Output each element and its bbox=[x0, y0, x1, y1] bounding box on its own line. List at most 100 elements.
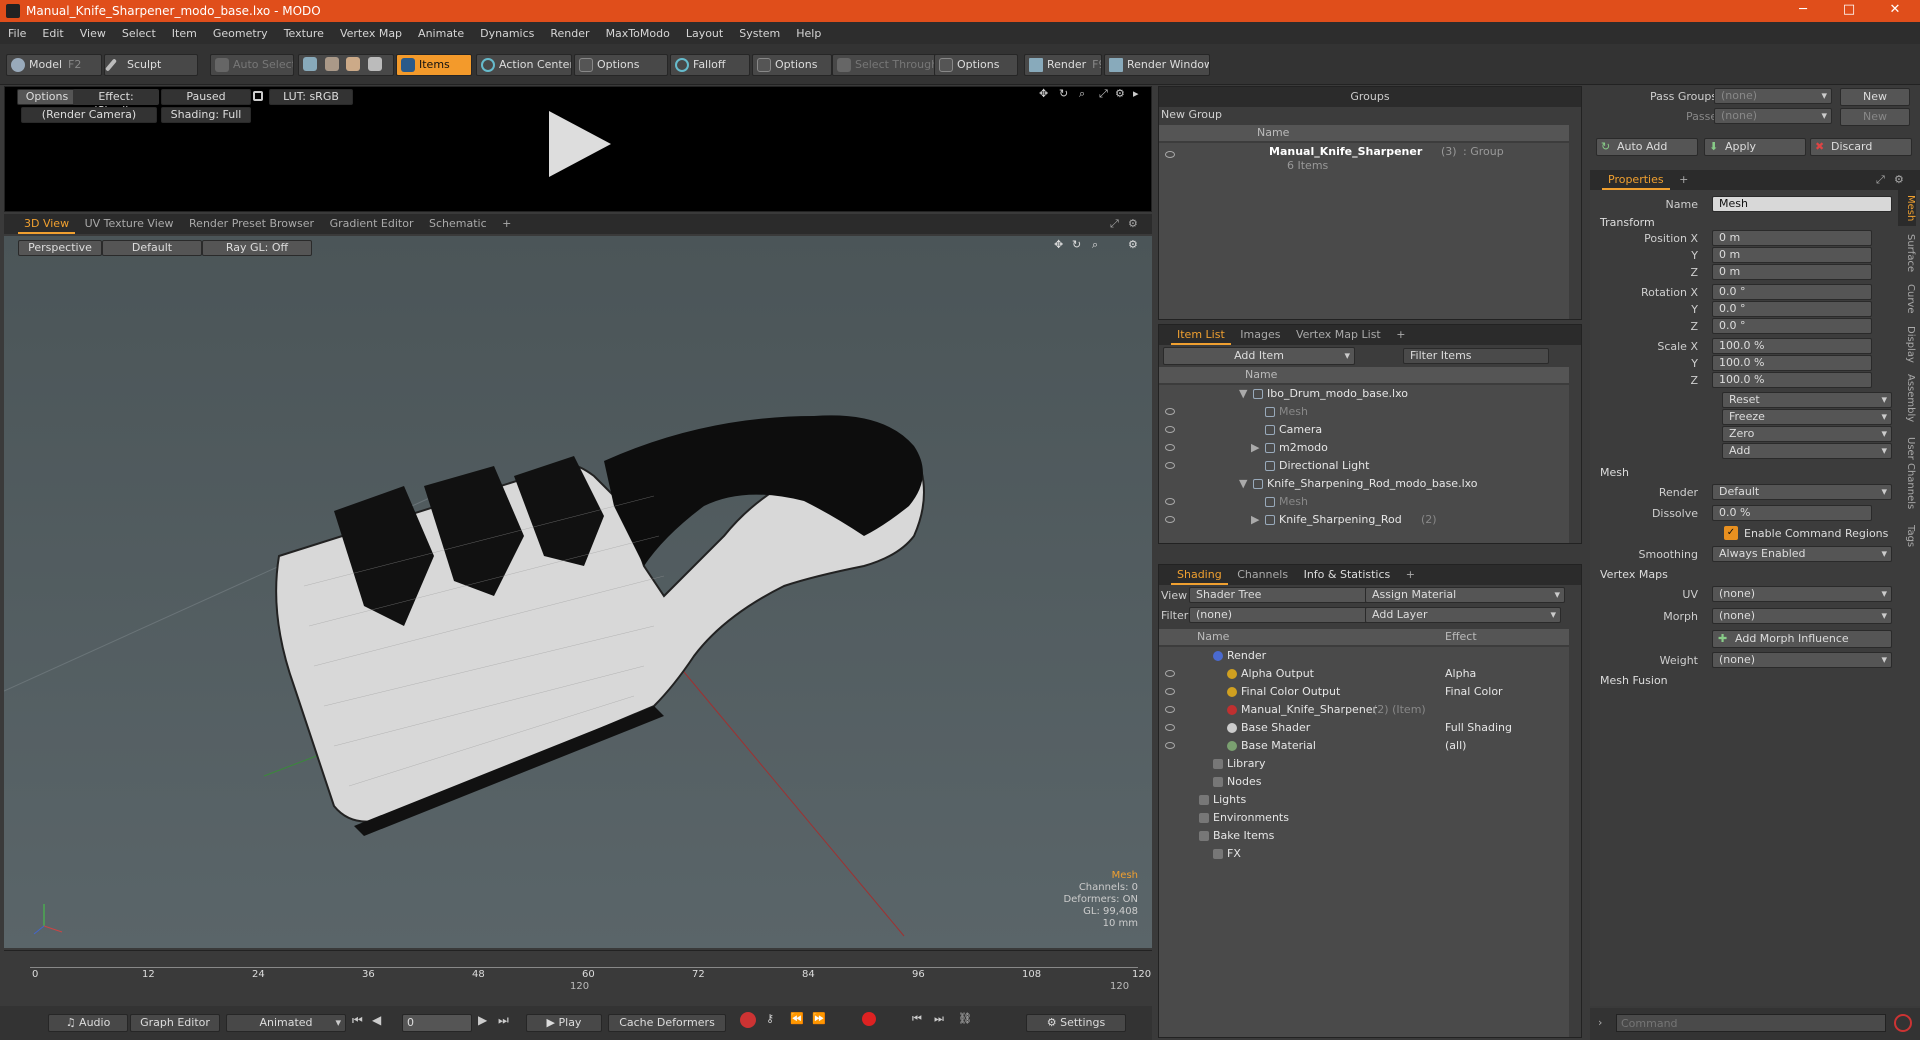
chevron-right-icon[interactable]: ▶ bbox=[1251, 511, 1259, 529]
scale-x-input[interactable]: 100.0 % bbox=[1712, 338, 1872, 354]
record-keys-icon[interactable] bbox=[740, 1012, 756, 1028]
close-button[interactable]: ✕ bbox=[1872, 0, 1918, 22]
timeline[interactable]: 0 12 24 36 48 60 72 84 96 108 120 120 120 bbox=[4, 950, 1152, 1006]
audio-button[interactable]: ♫ Audio bbox=[48, 1014, 128, 1032]
shader-tree-row[interactable]: FX bbox=[1159, 845, 1569, 863]
graph-editor-button[interactable]: Graph Editor bbox=[130, 1014, 220, 1032]
play-icon[interactable] bbox=[549, 111, 611, 177]
settings-button[interactable]: ⚙ Settings bbox=[1026, 1014, 1126, 1032]
group-row[interactable]: Manual_Knife_Sharpener (3) : Group 6 Ite… bbox=[1159, 145, 1569, 179]
first-frame-icon[interactable]: ⏮ bbox=[352, 1013, 363, 1028]
vtab-assembly[interactable]: Assembly bbox=[1898, 370, 1916, 426]
freeze-dropdown[interactable]: Freeze bbox=[1722, 409, 1892, 425]
shader-item-effect[interactable]: Alpha bbox=[1445, 665, 1476, 683]
cache-deformers-button[interactable]: Cache Deformers bbox=[608, 1014, 726, 1032]
key-next-icon[interactable]: ⏭ bbox=[934, 1012, 944, 1026]
3d-viewport[interactable]: Perspective Default Ray GL: Off ✥ ↻ ⌕ ⚙ … bbox=[4, 236, 1152, 948]
item-list-row[interactable]: Mesh bbox=[1159, 493, 1569, 511]
next-frame-icon[interactable]: ▶ bbox=[478, 1013, 487, 1027]
select-options-button[interactable]: Options bbox=[934, 54, 1018, 76]
shader-item-effect[interactable]: (all) bbox=[1445, 737, 1466, 755]
eye-icon[interactable] bbox=[1165, 742, 1175, 749]
eye-icon[interactable] bbox=[1165, 670, 1175, 677]
lock-icon[interactable] bbox=[253, 91, 263, 101]
menu-layout[interactable]: Layout bbox=[678, 27, 731, 40]
maximize-button[interactable]: □ bbox=[1826, 0, 1872, 22]
move-icon[interactable]: ✥ bbox=[1039, 87, 1048, 100]
shader-tree-row[interactable]: Render bbox=[1159, 647, 1569, 665]
effect-dropdown[interactable]: Effect: (Shadi... bbox=[73, 89, 159, 117]
current-frame-field[interactable]: 0 bbox=[402, 1014, 472, 1032]
command-input[interactable] bbox=[1616, 1014, 1886, 1032]
position-z-input[interactable]: 0 m bbox=[1712, 264, 1872, 280]
add-item-dropdown[interactable]: Add Item bbox=[1163, 347, 1355, 365]
dissolve-input[interactable]: 0.0 % bbox=[1712, 505, 1872, 521]
maximize-icon[interactable]: ⤢ bbox=[1876, 170, 1885, 190]
last-frame-icon[interactable]: ⏭ bbox=[498, 1013, 509, 1028]
chevron-down-icon[interactable]: ▼ bbox=[1239, 385, 1247, 403]
apply-button[interactable]: ⬇ Apply bbox=[1704, 138, 1806, 156]
rotation-y-input[interactable]: 0.0 ° bbox=[1712, 301, 1872, 317]
menu-dynamics[interactable]: Dynamics bbox=[472, 27, 542, 40]
filter-items-input[interactable]: Filter Items bbox=[1403, 348, 1549, 364]
vtab-user-channels[interactable]: User Channels bbox=[1898, 430, 1916, 516]
item-list-row[interactable]: ▼ Ibo_Drum_modo_base.lxo bbox=[1159, 385, 1569, 403]
maximize-icon[interactable]: ⤢ bbox=[1099, 87, 1108, 101]
next-key-icon[interactable]: ⏩ bbox=[812, 1012, 826, 1025]
animated-dropdown[interactable]: Animated bbox=[226, 1014, 346, 1032]
gear-icon[interactable]: ⚙ bbox=[1128, 214, 1138, 234]
chevron-down-icon[interactable]: ▼ bbox=[1239, 475, 1247, 493]
item-list-row[interactable]: Camera bbox=[1159, 421, 1569, 439]
add-tab-button[interactable]: + bbox=[1390, 325, 1411, 345]
eye-icon[interactable] bbox=[1165, 688, 1175, 695]
render-dropdown[interactable]: Default bbox=[1712, 484, 1892, 500]
action-center-options-button[interactable]: Options bbox=[574, 54, 668, 76]
eye-icon[interactable] bbox=[1165, 706, 1175, 713]
chevron-right-icon[interactable]: ▶ bbox=[1251, 439, 1259, 457]
checkbox-checked-icon[interactable]: ✓ bbox=[1724, 526, 1738, 540]
new-pass-group-button[interactable]: New bbox=[1840, 88, 1910, 106]
eye-icon[interactable] bbox=[1165, 724, 1175, 731]
vtab-mesh[interactable]: Mesh bbox=[1898, 190, 1916, 226]
menu-select[interactable]: Select bbox=[114, 27, 164, 40]
add-tab-button[interactable]: + bbox=[1673, 170, 1694, 190]
item-list-row[interactable]: ▼ Knife_Sharpening_Rod_modo_base.lxo bbox=[1159, 475, 1569, 493]
menu-system[interactable]: System bbox=[731, 27, 788, 40]
tab-info-statistics[interactable]: Info & Statistics bbox=[1298, 565, 1397, 585]
vtab-tags[interactable]: Tags bbox=[1898, 520, 1916, 552]
tab-schematic[interactable]: Schematic bbox=[423, 214, 493, 234]
materials-icon[interactable] bbox=[367, 57, 382, 71]
add-dropdown[interactable]: Add bbox=[1722, 443, 1892, 459]
shader-tree-row[interactable]: Base Material (all) bbox=[1159, 737, 1569, 755]
add-layer-dropdown[interactable]: Add Layer bbox=[1365, 607, 1561, 623]
stop-icon[interactable] bbox=[1894, 1014, 1912, 1032]
menu-animate[interactable]: Animate bbox=[410, 27, 472, 40]
smoothing-dropdown[interactable]: Always Enabled bbox=[1712, 546, 1892, 562]
polygons-icon[interactable] bbox=[346, 57, 360, 71]
shader-item-effect[interactable]: Final Color bbox=[1445, 683, 1503, 701]
eye-icon[interactable] bbox=[1165, 426, 1175, 433]
passes-dropdown[interactable]: (none) bbox=[1714, 108, 1832, 124]
vertices-icon[interactable] bbox=[303, 57, 317, 71]
shader-item-effect[interactable]: Full Shading bbox=[1445, 719, 1512, 737]
new-group-button[interactable]: New Group bbox=[1159, 107, 1581, 123]
shader-tree-row[interactable]: Environments bbox=[1159, 809, 1569, 827]
falloff-button[interactable]: Falloff bbox=[670, 54, 750, 76]
key-icon[interactable]: ⚷ bbox=[766, 1012, 774, 1025]
shading-dropdown[interactable]: Shading: Full bbox=[161, 107, 251, 123]
menu-edit[interactable]: Edit bbox=[34, 27, 71, 40]
rotation-x-input[interactable]: 0.0 ° bbox=[1712, 284, 1872, 300]
expand-arrow-icon[interactable]: ▸ bbox=[1133, 87, 1139, 100]
lut-dropdown[interactable]: LUT: sRGB bbox=[269, 89, 353, 105]
assign-material-dropdown[interactable]: Assign Material bbox=[1365, 587, 1565, 603]
pass-groups-dropdown[interactable]: (none) bbox=[1714, 88, 1832, 104]
position-x-input[interactable]: 0 m bbox=[1712, 230, 1872, 246]
position-y-input[interactable]: 0 m bbox=[1712, 247, 1872, 263]
item-list-row[interactable]: Mesh bbox=[1159, 403, 1569, 421]
shader-tree-row[interactable]: Library bbox=[1159, 755, 1569, 773]
shader-tree-row[interactable]: Alpha Output Alpha bbox=[1159, 665, 1569, 683]
record-icon[interactable] bbox=[862, 1012, 876, 1026]
new-pass-button[interactable]: New bbox=[1840, 108, 1910, 126]
weight-dropdown[interactable]: (none) bbox=[1712, 652, 1892, 668]
menu-maxtomodo[interactable]: MaxToModo bbox=[598, 27, 678, 40]
